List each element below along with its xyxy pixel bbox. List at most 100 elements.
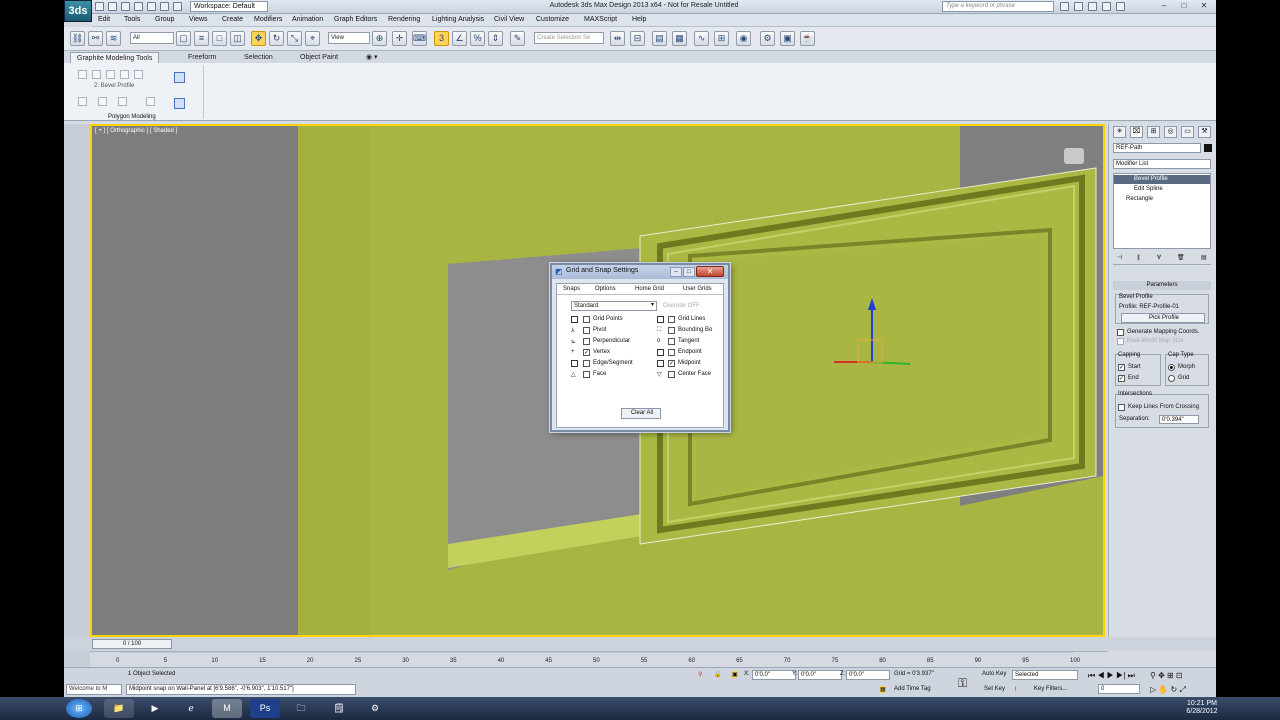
endpoint-checkbox[interactable] <box>668 349 675 356</box>
open-icon[interactable] <box>108 2 117 11</box>
mini-curve-editor-icon[interactable] <box>64 651 90 667</box>
named-selection-input[interactable]: Create Selection Se <box>534 32 604 44</box>
navigation-controls[interactable]: ⚲ ✥ ⊞ ⊡ <box>1150 671 1183 680</box>
graphite-toggle-icon[interactable]: ▦ <box>672 31 687 46</box>
clear-all-button[interactable]: Clear All <box>621 408 661 419</box>
edge-level-icon[interactable] <box>92 70 101 79</box>
save-icon[interactable] <box>121 2 130 11</box>
select-manipulate-icon[interactable]: ✛ <box>392 31 407 46</box>
vertex-checkbox[interactable]: ✓ <box>583 349 590 356</box>
mirror-icon[interactable]: ⇹ <box>610 31 625 46</box>
curve-editor-icon[interactable]: ∿ <box>694 31 709 46</box>
menu-help[interactable]: Help <box>632 16 646 23</box>
schematic-view-icon[interactable]: ⊞ <box>714 31 729 46</box>
make-unique-icon[interactable]: ∀ <box>1157 254 1161 261</box>
viewport-label[interactable]: [ + ] [ Orthographic ] [ Shaded ] <box>95 128 177 134</box>
set-key-button[interactable]: Set Key <box>984 686 1005 692</box>
render-setup-icon[interactable]: ⚙ <box>760 31 775 46</box>
workspace-dropdown[interactable]: Workspace: Default <box>190 1 268 12</box>
undo-icon[interactable] <box>134 2 143 11</box>
ignore-backfacing-icon[interactable] <box>146 97 155 106</box>
notes-taskbar-icon[interactable]: 🗒 <box>324 699 354 718</box>
favorites-icon[interactable] <box>1102 2 1111 11</box>
pin-stack-icon[interactable]: ⊣ <box>1117 254 1122 261</box>
configure-sets-icon[interactable]: ▤ <box>1201 254 1207 261</box>
fetch-icon[interactable] <box>173 2 182 11</box>
edit-named-selection-icon[interactable]: ✎ <box>510 31 525 46</box>
maxscript-listener[interactable]: Welcome to M <box>66 684 122 695</box>
binoculars-icon[interactable] <box>1060 2 1069 11</box>
preview-off-icon[interactable] <box>78 97 87 106</box>
track-bar[interactable]: 0 5 10 15 20 25 30 35 40 45 50 55 60 65 70 75 80 85 90 95 10… <box>90 651 1108 667</box>
stack-item-edit-spline[interactable]: Edit Spline <box>1114 185 1210 194</box>
percent-snap-icon[interactable]: % <box>470 31 485 46</box>
hold-icon[interactable] <box>160 2 169 11</box>
select-move-icon[interactable]: ✥ <box>251 31 266 46</box>
isolate-icon[interactable]: ⚲ <box>698 671 702 678</box>
motion-tab-icon[interactable]: ◎ <box>1164 126 1177 138</box>
menu-maxscript[interactable]: MAXScript <box>584 16 617 23</box>
show-end-result-icon[interactable] <box>174 98 185 109</box>
folder-taskbar-icon[interactable]: 🗀 <box>286 699 316 718</box>
separation-spinner[interactable]: 0'0.394" <box>1159 415 1199 424</box>
center-face-checkbox[interactable] <box>668 371 675 378</box>
stack-item-rectangle[interactable]: Rectangle <box>1114 195 1210 204</box>
y-coordinate-field[interactable]: 0'0.0" <box>798 670 842 680</box>
menu-graph-editors[interactable]: Graph Editors <box>334 16 377 23</box>
spinner-snap-icon[interactable]: ⇕ <box>488 31 503 46</box>
element-level-icon[interactable] <box>134 70 143 79</box>
taskbar-clock[interactable]: 10:21 PM 6/28/2012 <box>1172 700 1232 716</box>
selection-set-dropdown[interactable]: Selected <box>1012 670 1078 680</box>
stack-item-bevel-profile[interactable]: Bevel Profile <box>1114 175 1210 184</box>
tab-selection[interactable]: Selection <box>238 52 279 63</box>
snaps-toggle-icon[interactable]: 3 <box>434 31 449 46</box>
keyboard-shortcut-icon[interactable]: ⌨ <box>412 31 427 46</box>
close-button[interactable]: ✕ <box>1194 0 1214 12</box>
dialog-minimize-button[interactable]: – <box>670 267 682 277</box>
dialog-close-button[interactable]: ✕ <box>696 266 724 277</box>
new-icon[interactable] <box>95 2 104 11</box>
menu-customize[interactable]: Customize <box>536 16 569 23</box>
render-icon[interactable]: ☕ <box>800 31 815 46</box>
key-icon[interactable]: ⚿ <box>958 676 967 691</box>
explorer-taskbar-icon[interactable]: 📁 <box>104 699 134 718</box>
material-editor-icon[interactable]: ◉ <box>736 31 751 46</box>
photoshop-taskbar-icon[interactable]: Ps <box>250 699 280 718</box>
communication-icon[interactable] <box>1088 2 1097 11</box>
select-scale-icon[interactable]: ⤡ <box>287 31 302 46</box>
z-coordinate-field[interactable]: 0'0.0" <box>846 670 890 680</box>
snap-preset-dropdown[interactable]: Standard <box>571 301 657 311</box>
object-name-field[interactable]: REF-Path <box>1113 143 1201 153</box>
display-tab-icon[interactable]: ▭ <box>1181 126 1194 138</box>
menu-create[interactable]: Create <box>222 16 243 23</box>
grid-points-checkbox[interactable] <box>583 316 590 323</box>
utilities-tab-icon[interactable]: ⚒ <box>1198 126 1211 138</box>
tab-options[interactable]: Options <box>595 286 616 292</box>
cap-grid-radio[interactable] <box>1168 375 1175 382</box>
absolute-mode-icon[interactable]: ▣ <box>732 671 738 678</box>
search-input[interactable]: Type a keyword or phrase <box>942 1 1054 12</box>
auto-key-button[interactable]: Auto Key <box>982 671 1006 677</box>
select-place-icon[interactable]: ⌖ <box>305 31 320 46</box>
tangent-checkbox[interactable] <box>668 338 675 345</box>
rendered-frame-icon[interactable]: ▣ <box>780 31 795 46</box>
menu-group[interactable]: Group <box>155 16 174 23</box>
navigation-controls-2[interactable]: ▷ ✋ ↻ ⤢ <box>1150 685 1186 695</box>
lock-selection-icon[interactable]: 🔒 <box>714 671 721 678</box>
preview-subobject-icon[interactable] <box>98 97 107 106</box>
ie-taskbar-icon[interactable]: ℯ <box>176 699 206 718</box>
midpoint-checkbox[interactable]: ✓ <box>668 360 675 367</box>
layer-manager-icon[interactable]: ▤ <box>652 31 667 46</box>
link-icon[interactable]: ⛓ <box>70 31 85 46</box>
start-button[interactable]: ⊞ <box>66 699 92 718</box>
menu-lighting-analysis[interactable]: Lighting Analysis <box>432 16 484 23</box>
select-object-icon[interactable]: ▢ <box>176 31 191 46</box>
menu-rendering[interactable]: Rendering <box>388 16 420 23</box>
show-end-result-icon[interactable]: ∥ <box>1137 254 1140 261</box>
remove-modifier-icon[interactable]: 🗑 <box>1177 254 1185 261</box>
menu-modifiers[interactable]: Modifiers <box>254 16 282 23</box>
add-time-tag[interactable]: Add Time Tag <box>894 686 931 692</box>
hierarchy-tab-icon[interactable]: ⊞ <box>1147 126 1160 138</box>
minimize-button[interactable]: – <box>1154 0 1174 12</box>
keep-lines-checkbox[interactable] <box>1118 404 1125 411</box>
